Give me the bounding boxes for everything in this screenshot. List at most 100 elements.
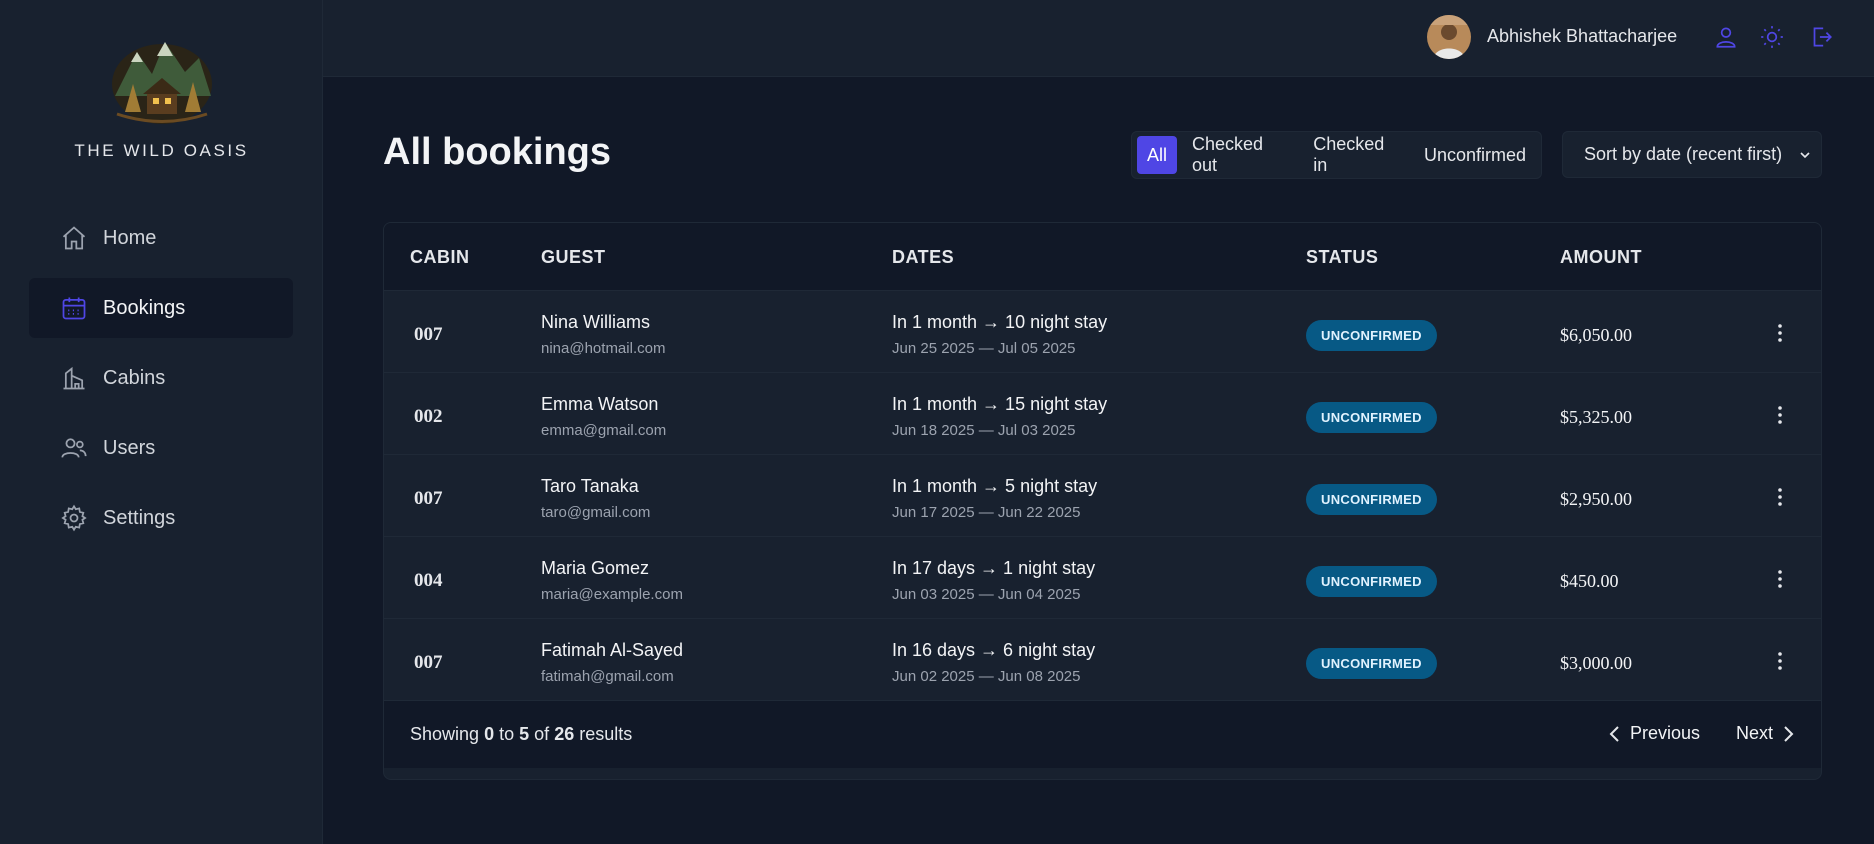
sidebar-item-label: Cabins — [103, 366, 166, 389]
range-to: 5 — [519, 724, 530, 744]
guest-name: Maria Gomez — [541, 558, 650, 578]
filter-checked-out[interactable]: Checked out — [1182, 134, 1298, 175]
sidebar-item-home[interactable]: Home — [29, 208, 293, 268]
calendar-icon — [60, 294, 88, 322]
chevron-right-icon — [1781, 725, 1795, 743]
date-range: Jun 18 2025 — Jul 03 2025 — [892, 422, 1076, 439]
cabin-number: 007 — [414, 324, 443, 345]
logo — [107, 34, 217, 126]
more-options-icon[interactable] — [1768, 485, 1792, 509]
date-range: Jun 02 2025 — Jun 08 2025 — [892, 668, 1081, 685]
cabin-number: 002 — [414, 406, 443, 427]
sort-select[interactable]: Sort by date (recent first) — [1562, 131, 1822, 178]
booking-amount: $6,050.00 — [1560, 325, 1632, 345]
next-button[interactable]: Next — [1736, 723, 1795, 744]
sidebar-item-label: Bookings — [103, 296, 186, 319]
gear-icon — [60, 504, 88, 532]
booking-amount: $450.00 — [1560, 571, 1619, 591]
sidebar-item-label: Home — [103, 226, 157, 249]
user-name: Abhishek Bhattacharjee — [1487, 26, 1678, 46]
more-options-icon[interactable] — [1768, 649, 1792, 673]
showing-prefix: Showing — [410, 724, 480, 744]
booking-filter: All Checked out Checked in Unconfirmed — [1131, 131, 1542, 179]
to-word: to — [499, 724, 515, 744]
column-header-status: STATUS — [1306, 247, 1379, 267]
previous-button[interactable]: Previous — [1608, 723, 1700, 744]
cabin-number: 004 — [414, 570, 443, 591]
guest-email: emma@gmail.com — [541, 422, 667, 439]
filter-all[interactable]: All — [1137, 136, 1178, 174]
table-header: CABIN GUEST DATES STATUS AMOUNT — [384, 223, 1821, 291]
filter-checked-in[interactable]: Checked in — [1303, 134, 1409, 175]
stay-summary: In 16 days → 6 night stay — [892, 640, 1096, 660]
status-badge: UNCONFIRMED — [1306, 566, 1437, 597]
top-header: Abhishek Bhattacharjee — [323, 0, 1874, 77]
date-range: Jun 03 2025 — Jun 04 2025 — [892, 586, 1081, 603]
brand-name: THE WILD OASIS — [74, 141, 249, 160]
stay-summary: In 17 days → 1 night stay — [892, 558, 1096, 578]
bookings-table: CABIN GUEST DATES STATUS AMOUNT 007 Nina… — [383, 222, 1822, 780]
sidebar-item-cabins[interactable]: Cabins — [29, 348, 293, 408]
column-header-amount: AMOUNT — [1560, 247, 1642, 267]
previous-label: Previous — [1630, 723, 1701, 743]
sidebar: THE WILD OASIS Home Bookings Cabins User… — [0, 0, 323, 844]
more-options-icon[interactable] — [1768, 567, 1792, 591]
guest-email: nina@hotmail.com — [541, 340, 666, 357]
user-icon[interactable] — [1713, 24, 1739, 50]
table-row: 007 Fatimah Al-Sayed fatimah@gmail.com I… — [384, 619, 1821, 701]
table-footer: Showing 0 to 5 of 26 results Previous Ne… — [384, 701, 1821, 768]
main-nav: Home Bookings Cabins Users Settings — [29, 208, 293, 558]
more-options-icon[interactable] — [1768, 403, 1792, 427]
status-badge: UNCONFIRMED — [1306, 648, 1437, 679]
pagination-summary: Showing 0 to 5 of 26 results — [410, 724, 632, 745]
booking-amount: $2,950.00 — [1560, 489, 1632, 509]
guest-name: Emma Watson — [541, 394, 659, 414]
logout-icon[interactable] — [1808, 24, 1834, 50]
sun-icon[interactable] — [1759, 24, 1785, 50]
guest-name: Fatimah Al-Sayed — [541, 640, 684, 660]
guest-email: fatimah@gmail.com — [541, 668, 674, 685]
cabin-number: 007 — [414, 652, 443, 673]
table-row: 007 Nina Williams nina@hotmail.com In 1 … — [384, 291, 1821, 373]
guest-email: maria@example.com — [541, 586, 683, 603]
sidebar-item-label: Settings — [103, 506, 176, 529]
next-label: Next — [1736, 723, 1774, 743]
stay-summary: In 1 month → 10 night stay — [892, 312, 1108, 332]
sort-label: Sort by date (recent first) — [1584, 144, 1783, 164]
sidebar-item-users[interactable]: Users — [29, 418, 293, 478]
guest-name: Nina Williams — [541, 312, 651, 332]
column-header-dates: DATES — [892, 247, 955, 267]
page-title: All bookings — [383, 131, 611, 173]
total-results: 26 — [554, 724, 575, 744]
sidebar-item-settings[interactable]: Settings — [29, 488, 293, 548]
sidebar-item-label: Users — [103, 436, 156, 459]
table-row: 002 Emma Watson emma@gmail.com In 1 mont… — [384, 373, 1821, 455]
avatar — [1427, 15, 1471, 59]
table-row: 007 Taro Tanaka taro@gmail.com In 1 mont… — [384, 455, 1821, 537]
stay-summary: In 1 month → 15 night stay — [892, 394, 1108, 414]
table-row: 004 Maria Gomez maria@example.com In 17 … — [384, 537, 1821, 619]
users-icon — [60, 434, 88, 462]
cabin-number: 007 — [414, 488, 443, 509]
results-word: results — [579, 724, 633, 744]
range-from: 0 — [484, 724, 495, 744]
booking-amount: $5,325.00 — [1560, 407, 1632, 427]
chevron-left-icon — [1608, 725, 1622, 743]
date-range: Jun 17 2025 — Jun 22 2025 — [892, 504, 1081, 521]
guest-name: Taro Tanaka — [541, 476, 639, 496]
chevron-down-icon — [1797, 147, 1813, 163]
stay-summary: In 1 month → 5 night stay — [892, 476, 1098, 496]
guest-email: taro@gmail.com — [541, 504, 651, 521]
filter-unconfirmed[interactable]: Unconfirmed — [1414, 136, 1536, 174]
column-header-guest: GUEST — [541, 247, 606, 267]
status-badge: UNCONFIRMED — [1306, 402, 1437, 433]
home-icon — [60, 224, 88, 252]
sidebar-item-bookings[interactable]: Bookings — [29, 278, 293, 338]
date-range: Jun 25 2025 — Jul 05 2025 — [892, 340, 1076, 357]
booking-amount: $3,000.00 — [1560, 653, 1632, 673]
cabin-icon — [60, 364, 88, 392]
more-options-icon[interactable] — [1768, 321, 1792, 345]
of-word: of — [534, 724, 550, 744]
status-badge: UNCONFIRMED — [1306, 484, 1437, 515]
status-badge: UNCONFIRMED — [1306, 320, 1437, 351]
